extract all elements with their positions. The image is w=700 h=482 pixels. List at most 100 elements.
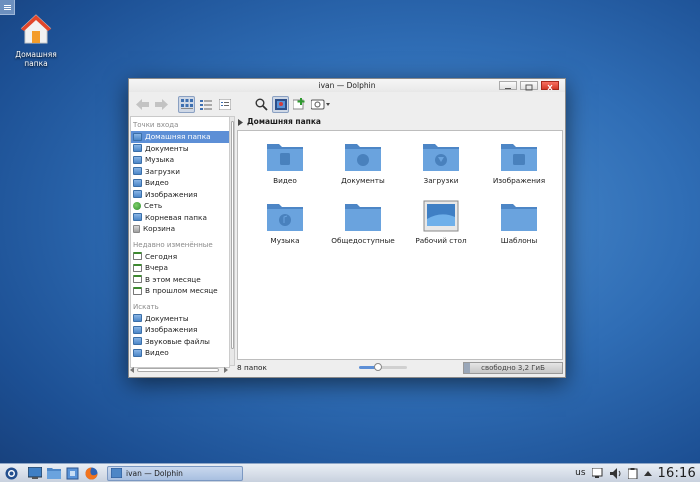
- arrow-left-icon: [136, 98, 149, 110]
- file-view[interactable]: Видео Документы Загрузки Изображения Муз…: [237, 130, 563, 360]
- compact-view-button[interactable]: [197, 96, 214, 113]
- file-label: Общедоступные: [331, 236, 395, 245]
- scrollbar-thumb[interactable]: [137, 368, 219, 372]
- sidebar-horizontal-scrollbar[interactable]: [130, 366, 228, 374]
- search-audio[interactable]: Звуковые файлы: [131, 336, 229, 348]
- place-label: Видео: [145, 178, 169, 187]
- search-documents[interactable]: Документы: [131, 313, 229, 325]
- calendar-icon: [133, 263, 142, 272]
- file-item-video[interactable]: Видео: [246, 139, 324, 185]
- video-folder-icon: [267, 144, 303, 171]
- window-title: ivan — Dolphin: [318, 81, 376, 90]
- task-dolphin[interactable]: ivan — Dolphin: [107, 465, 243, 481]
- chevron-up-icon[interactable]: [643, 470, 652, 476]
- show-desktop-button[interactable]: [27, 466, 42, 481]
- details-view-icon: [218, 98, 231, 110]
- recent-today[interactable]: Сегодня: [131, 251, 229, 263]
- search-video[interactable]: Видео: [131, 347, 229, 359]
- dolphin-window: ivan — Dolphin Точки входа Домашняя папк…: [128, 78, 566, 378]
- breadcrumb-current[interactable]: Домашняя папка: [247, 116, 321, 128]
- home-icon: [20, 14, 52, 44]
- file-item-documents[interactable]: Документы: [324, 139, 402, 185]
- breadcrumb[interactable]: Домашняя папка: [238, 116, 321, 128]
- network-icon: [133, 201, 141, 210]
- clock[interactable]: 16:16: [658, 466, 696, 481]
- icons-view-icon: [180, 98, 193, 109]
- folder-icon: [345, 204, 381, 231]
- search-label: Документы: [145, 313, 189, 323]
- window-titlebar[interactable]: ivan — Dolphin: [129, 79, 565, 92]
- folder-icon: [133, 144, 142, 153]
- dolphin-app-icon: [111, 468, 122, 478]
- place-downloads[interactable]: Загрузки: [131, 166, 229, 178]
- sidebar-vertical-scrollbar[interactable]: [229, 116, 235, 366]
- folder-icon: [133, 314, 142, 323]
- system-tray: us 16:16: [575, 464, 696, 482]
- downloads-folder-icon: [423, 144, 459, 171]
- file-item-desktop[interactable]: Рабочий стол: [402, 199, 480, 245]
- place-root[interactable]: Корневая папка: [131, 212, 229, 224]
- toolbar: [129, 93, 565, 115]
- place-music[interactable]: Музыка: [131, 154, 229, 166]
- split-view-icon: [293, 98, 305, 110]
- back-button[interactable]: [134, 96, 151, 113]
- minimize-button[interactable]: [499, 81, 517, 90]
- file-label: Шаблоны: [500, 236, 538, 245]
- file-label: Изображения: [492, 176, 546, 185]
- place-documents[interactable]: Документы: [131, 143, 229, 155]
- folder-icon: [133, 337, 142, 346]
- recent-label: В прошлом месяце: [145, 286, 218, 295]
- launcher-firefox[interactable]: [84, 466, 99, 481]
- file-item-templates[interactable]: Шаблоны: [480, 199, 558, 245]
- folder-icon: [46, 468, 61, 479]
- file-item-public[interactable]: Общедоступные: [324, 199, 402, 245]
- clipboard-icon[interactable]: [627, 467, 638, 479]
- folder-icon: [133, 213, 142, 222]
- file-item-pictures[interactable]: Изображения: [480, 139, 558, 185]
- close-button[interactable]: [541, 81, 559, 91]
- recent-last-month[interactable]: В прошлом месяце: [131, 285, 229, 297]
- recent-label: Сегодня: [145, 251, 178, 261]
- keyboard-layout[interactable]: us: [575, 468, 585, 478]
- search-icon: [255, 98, 268, 111]
- search-label: Видео: [145, 348, 169, 357]
- new-folder-button[interactable]: [291, 96, 308, 113]
- calendar-icon: [133, 275, 142, 284]
- application-launcher-button[interactable]: [4, 466, 19, 481]
- desktop-icon: [27, 467, 42, 479]
- details-view-button[interactable]: [216, 96, 233, 113]
- zoom-slider[interactable]: [359, 363, 407, 371]
- desktop-home-folder[interactable]: Домашняя папка: [12, 12, 60, 68]
- folder-icon: [133, 325, 142, 334]
- file-item-music[interactable]: Музыка: [246, 199, 324, 245]
- place-video[interactable]: Видео: [131, 177, 229, 189]
- preview-icon: [274, 98, 287, 110]
- zoom-slider-handle[interactable]: [374, 363, 383, 371]
- maximize-button[interactable]: [520, 81, 538, 91]
- file-item-downloads[interactable]: Загрузки: [402, 139, 480, 185]
- search-header: Искать: [133, 302, 159, 311]
- search-button[interactable]: [253, 96, 270, 113]
- volume-icon[interactable]: [609, 467, 622, 479]
- icons-view-button[interactable]: [178, 95, 195, 113]
- search-label: Изображения: [145, 325, 198, 334]
- scrollbar-thumb[interactable]: [231, 121, 234, 349]
- launcher-settings[interactable]: [65, 466, 80, 481]
- place-home[interactable]: Домашняя папка: [131, 131, 229, 143]
- file-label: Загрузки: [423, 176, 459, 185]
- place-label: Музыка: [145, 155, 175, 164]
- folder-icon: [133, 178, 142, 187]
- place-pictures[interactable]: Изображения: [131, 189, 229, 201]
- recent-this-month[interactable]: В этом месяце: [131, 274, 229, 286]
- place-trash[interactable]: Корзина: [131, 223, 229, 235]
- image-menu-button[interactable]: [310, 96, 332, 113]
- network-icon[interactable]: [591, 467, 604, 479]
- preview-button[interactable]: [272, 95, 289, 113]
- place-network[interactable]: Сеть: [131, 200, 229, 212]
- place-label: Корзина: [143, 224, 176, 233]
- recent-yesterday[interactable]: Вчера: [131, 262, 229, 274]
- search-pictures[interactable]: Изображения: [131, 324, 229, 336]
- forward-button[interactable]: [153, 96, 170, 113]
- launcher-file-manager[interactable]: [46, 466, 61, 481]
- recent-label: Вчера: [145, 263, 168, 272]
